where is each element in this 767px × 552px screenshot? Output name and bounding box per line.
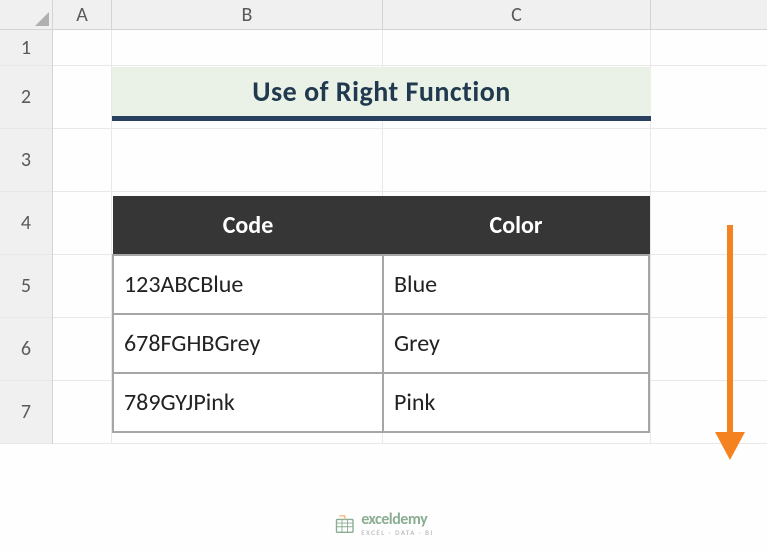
table-row: 678FGHBGrey Grey [113, 314, 649, 373]
cell-color[interactable]: Pink [383, 373, 649, 432]
cell-color[interactable]: Blue [383, 255, 649, 314]
cell-a7[interactable] [53, 381, 112, 443]
row-headers: 1 2 3 4 5 6 7 [0, 30, 53, 444]
cell-b1[interactable] [112, 30, 383, 65]
watermark-tagline: EXCEL · DATA · BI [361, 529, 434, 536]
watermark-text: exceldemy EXCEL · DATA · BI [361, 512, 434, 536]
cell-a4[interactable] [53, 192, 112, 254]
header-code[interactable]: Code [113, 197, 383, 256]
spreadsheet: A B C 1 2 3 4 5 6 7 [0, 0, 767, 552]
title-banner: Use of Right Function [112, 67, 651, 121]
cell-c3[interactable] [383, 129, 651, 191]
cell-a1[interactable] [53, 30, 112, 65]
header-color[interactable]: Color [383, 197, 649, 256]
cell-a2[interactable] [53, 66, 112, 128]
cell-c1[interactable] [383, 30, 651, 65]
row-header-7[interactable]: 7 [0, 381, 52, 444]
cell-a3[interactable] [53, 129, 112, 191]
watermark-logo-icon [333, 513, 355, 535]
cell-a6[interactable] [53, 318, 112, 380]
cell-code[interactable]: 123ABCBlue [113, 255, 383, 314]
fill-down-arrow-icon [715, 225, 745, 460]
column-header-a[interactable]: A [53, 0, 112, 29]
row-header-1[interactable]: 1 [0, 30, 52, 66]
row-header-4[interactable]: 4 [0, 192, 52, 255]
watermark: exceldemy EXCEL · DATA · BI [333, 512, 434, 536]
watermark-brand: exceldemy [361, 512, 434, 528]
row-header-6[interactable]: 6 [0, 318, 52, 381]
table-header-row: Code Color [113, 197, 649, 256]
select-all-corner[interactable] [0, 0, 53, 30]
column-headers: A B C [53, 0, 767, 30]
table-row: 789GYJPink Pink [113, 373, 649, 432]
cell-code[interactable]: 789GYJPink [113, 373, 383, 432]
data-table: Code Color 123ABCBlue Blue 678FGHBGrey G… [112, 196, 650, 433]
row-header-5[interactable]: 5 [0, 255, 52, 318]
row-header-2[interactable]: 2 [0, 66, 52, 129]
column-header-b[interactable]: B [112, 0, 383, 29]
cell-code[interactable]: 678FGHBGrey [113, 314, 383, 373]
column-header-c[interactable]: C [383, 0, 651, 29]
cell-b3[interactable] [112, 129, 383, 191]
table-row: 123ABCBlue Blue [113, 255, 649, 314]
row-header-3[interactable]: 3 [0, 129, 52, 192]
cell-color[interactable]: Grey [383, 314, 649, 373]
cell-a5[interactable] [53, 255, 112, 317]
